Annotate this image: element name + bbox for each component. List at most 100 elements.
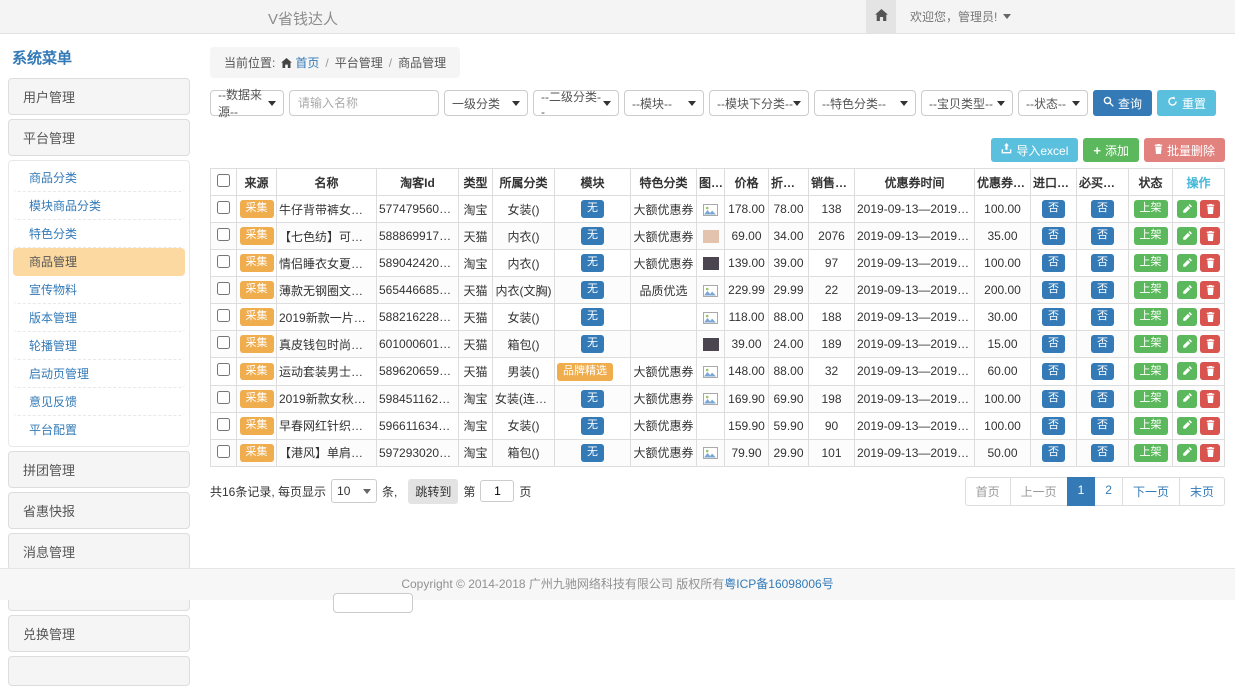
- must-buy-badge[interactable]: 否: [1091, 390, 1114, 408]
- jump-button[interactable]: 跳转到: [408, 479, 458, 504]
- row-checkbox[interactable]: [217, 445, 230, 458]
- import-select-badge[interactable]: 否: [1042, 363, 1065, 381]
- name-search-input[interactable]: [289, 90, 439, 116]
- pager-button[interactable]: 下一页: [1122, 477, 1180, 506]
- icp-link[interactable]: 粤ICP备16098006号: [724, 577, 833, 591]
- row-checkbox[interactable]: [217, 391, 230, 404]
- edit-button[interactable]: [1177, 390, 1197, 408]
- import-select-badge[interactable]: 否: [1042, 444, 1065, 462]
- delete-button[interactable]: [1200, 308, 1220, 326]
- sidebar-group-item[interactable]: 拼团管理: [8, 451, 190, 488]
- delete-button[interactable]: [1200, 335, 1220, 353]
- filter-item-type-select[interactable]: --宝贝类型--: [921, 90, 1013, 116]
- sidebar-subitem[interactable]: 轮播管理: [13, 332, 185, 360]
- edit-button[interactable]: [1177, 200, 1197, 218]
- filter-module-select[interactable]: --模块--: [624, 90, 704, 116]
- sidebar-item-platform-management[interactable]: 平台管理: [8, 119, 190, 156]
- status-badge[interactable]: 上架: [1134, 200, 1168, 218]
- row-checkbox[interactable]: [217, 418, 230, 431]
- must-buy-badge[interactable]: 否: [1091, 200, 1114, 218]
- must-buy-badge[interactable]: 否: [1091, 227, 1114, 245]
- status-badge[interactable]: 上架: [1134, 308, 1168, 326]
- sidebar-subitem[interactable]: 模块商品分类: [13, 192, 185, 220]
- pager-button[interactable]: 末页: [1179, 477, 1225, 506]
- delete-button[interactable]: [1200, 417, 1220, 435]
- delete-button[interactable]: [1200, 227, 1220, 245]
- import-select-badge[interactable]: 否: [1042, 200, 1065, 218]
- delete-button[interactable]: [1200, 362, 1220, 380]
- filter-module-sub-select[interactable]: --模块下分类--: [709, 90, 809, 116]
- filter-level1-select[interactable]: 一级分类: [444, 90, 528, 116]
- status-badge[interactable]: 上架: [1134, 227, 1168, 245]
- must-buy-badge[interactable]: 否: [1091, 363, 1114, 381]
- pager-button[interactable]: 1: [1067, 477, 1096, 506]
- edit-button[interactable]: [1177, 227, 1197, 245]
- sidebar-subitem[interactable]: 启动页管理: [13, 360, 185, 388]
- import-select-badge[interactable]: 否: [1042, 254, 1065, 272]
- breadcrumb-home-link[interactable]: 首页: [281, 54, 319, 71]
- row-checkbox[interactable]: [217, 282, 230, 295]
- import-select-badge[interactable]: 否: [1042, 227, 1065, 245]
- select-all-checkbox[interactable]: [217, 174, 230, 187]
- delete-button[interactable]: [1200, 444, 1220, 462]
- per-page-select[interactable]: 10: [331, 479, 377, 503]
- status-badge[interactable]: 上架: [1134, 254, 1168, 272]
- import-excel-button[interactable]: 导入excel: [991, 138, 1078, 162]
- edit-button[interactable]: [1177, 254, 1197, 272]
- delete-button[interactable]: [1200, 390, 1220, 408]
- filter-feature-select[interactable]: --特色分类--: [814, 90, 916, 116]
- breadcrumb-item-platform[interactable]: 平台管理: [335, 54, 383, 71]
- sidebar-subitem[interactable]: 宣传物料: [13, 276, 185, 304]
- sidebar-group-item[interactable]: 省惠快报: [8, 492, 190, 529]
- sidebar-subitem[interactable]: 平台配置: [13, 416, 185, 443]
- must-buy-badge[interactable]: 否: [1091, 444, 1114, 462]
- edit-button[interactable]: [1177, 335, 1197, 353]
- pager-button[interactable]: 2: [1094, 477, 1123, 506]
- add-button[interactable]: + 添加: [1083, 138, 1139, 162]
- edit-button[interactable]: [1177, 362, 1197, 380]
- row-checkbox[interactable]: [217, 309, 230, 322]
- edit-button[interactable]: [1177, 308, 1197, 326]
- import-select-badge[interactable]: 否: [1042, 390, 1065, 408]
- edit-button[interactable]: [1177, 444, 1197, 462]
- import-select-badge[interactable]: 否: [1042, 281, 1065, 299]
- sidebar-subitem[interactable]: 商品分类: [13, 164, 185, 192]
- row-checkbox[interactable]: [217, 228, 230, 241]
- import-select-badge[interactable]: 否: [1042, 417, 1065, 435]
- home-nav-button[interactable]: [866, 0, 896, 33]
- sidebar-group-item[interactable]: 消息管理: [8, 533, 190, 570]
- status-badge[interactable]: 上架: [1134, 444, 1168, 462]
- pager-button[interactable]: 上一页: [1010, 477, 1068, 506]
- page-number-input[interactable]: [480, 480, 514, 502]
- sidebar-subitem[interactable]: 版本管理: [13, 304, 185, 332]
- import-select-badge[interactable]: 否: [1042, 335, 1065, 353]
- pager-button[interactable]: 首页: [965, 477, 1011, 506]
- must-buy-badge[interactable]: 否: [1091, 308, 1114, 326]
- sidebar-subitem[interactable]: 意见反馈: [13, 388, 185, 416]
- sidebar-item-clipped[interactable]: [8, 656, 190, 686]
- sidebar-subitem[interactable]: 商品管理: [13, 248, 185, 276]
- must-buy-badge[interactable]: 否: [1091, 254, 1114, 272]
- status-badge[interactable]: 上架: [1134, 417, 1168, 435]
- row-checkbox[interactable]: [217, 201, 230, 214]
- batch-delete-button[interactable]: 批量删除: [1144, 138, 1225, 162]
- must-buy-badge[interactable]: 否: [1091, 417, 1114, 435]
- sidebar-item-user-management[interactable]: 用户管理: [8, 78, 190, 115]
- delete-button[interactable]: [1200, 254, 1220, 272]
- filter-level2-select[interactable]: --二级分类--: [533, 90, 619, 116]
- status-badge[interactable]: 上架: [1134, 281, 1168, 299]
- filter-status-select[interactable]: --状态--: [1018, 90, 1088, 116]
- must-buy-badge[interactable]: 否: [1091, 281, 1114, 299]
- delete-button[interactable]: [1200, 200, 1220, 218]
- sidebar-subitem[interactable]: 特色分类: [13, 220, 185, 248]
- search-button[interactable]: 查询: [1093, 90, 1152, 116]
- row-checkbox[interactable]: [217, 363, 230, 376]
- edit-button[interactable]: [1177, 281, 1197, 299]
- row-checkbox[interactable]: [217, 336, 230, 349]
- status-badge[interactable]: 上架: [1134, 335, 1168, 353]
- status-badge[interactable]: 上架: [1134, 363, 1168, 381]
- user-menu[interactable]: 欢迎您，管理员!: [910, 8, 1011, 25]
- sidebar-group-item[interactable]: 兑换管理: [8, 615, 190, 652]
- must-buy-badge[interactable]: 否: [1091, 335, 1114, 353]
- filter-data-source-select[interactable]: --数据来源--: [210, 90, 284, 116]
